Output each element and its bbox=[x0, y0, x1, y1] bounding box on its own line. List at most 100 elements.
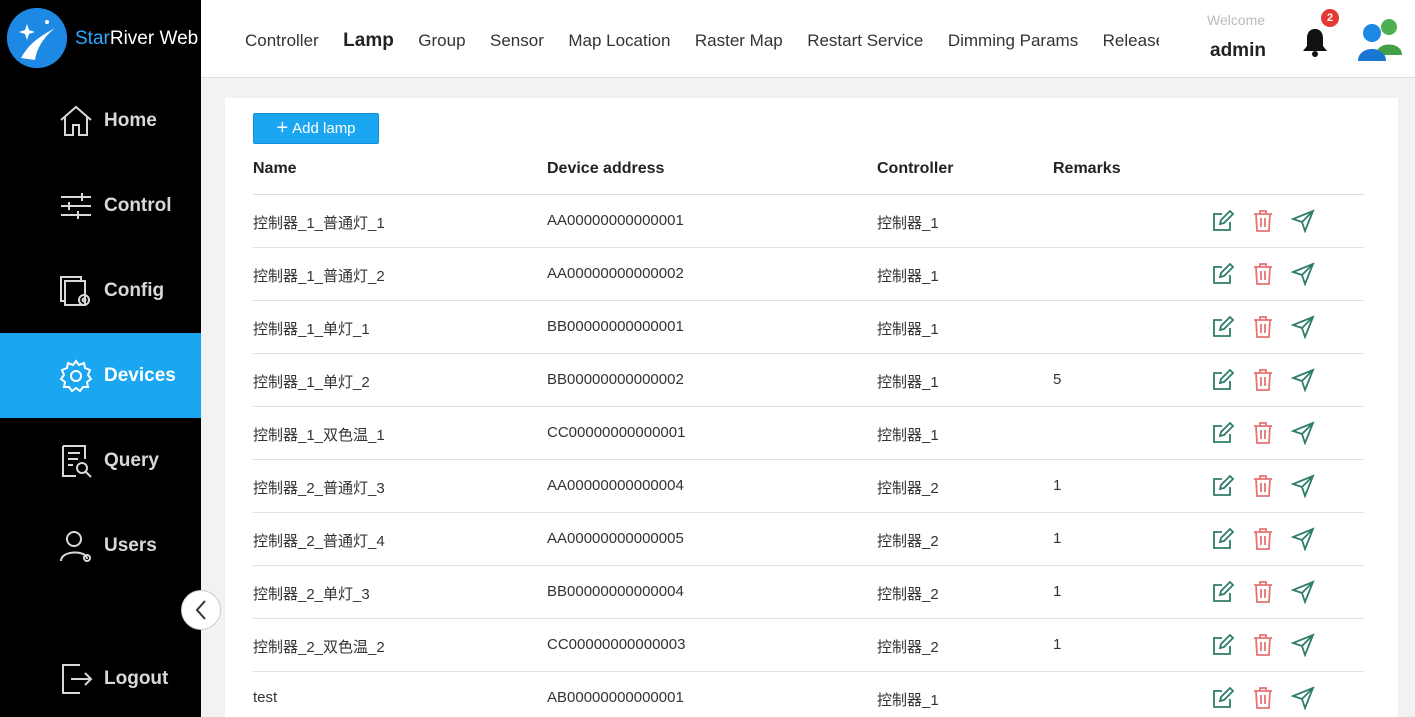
cell-name: 控制器_2_双色温_2 bbox=[253, 639, 385, 656]
cell-name: 控制器_2_普通灯_4 bbox=[253, 533, 385, 550]
cell-name: 控制器_1_普通灯_2 bbox=[253, 268, 385, 285]
locate-icon[interactable] bbox=[1290, 686, 1315, 711]
cell-remarks: 1 bbox=[1053, 636, 1062, 653]
sidebar-item-label: Control bbox=[104, 194, 172, 216]
avatar[interactable] bbox=[1356, 15, 1406, 63]
tab-map-location[interactable]: Map Location bbox=[568, 31, 670, 51]
delete-icon[interactable] bbox=[1251, 262, 1275, 286]
bell-icon[interactable] bbox=[1301, 26, 1329, 58]
delete-icon[interactable] bbox=[1251, 633, 1275, 657]
sidebar-item-devices[interactable]: Devices bbox=[0, 333, 201, 418]
logout-button[interactable]: Logout bbox=[0, 636, 201, 717]
tab-group[interactable]: Group bbox=[418, 31, 465, 51]
column-header-controller[interactable]: Controller bbox=[877, 160, 953, 178]
tab-restart-service[interactable]: Restart Service bbox=[807, 31, 923, 51]
tab-controller[interactable]: Controller bbox=[245, 31, 319, 51]
starriver-logo bbox=[7, 8, 67, 68]
table-row[interactable]: 控制器_2_普通灯_4 AA00000000000005 控制器_2 1 bbox=[253, 513, 1364, 566]
sidebar-item-label: Query bbox=[104, 449, 159, 471]
sidebar-item-label: Home bbox=[104, 109, 157, 131]
sidebar-item-control[interactable]: Control bbox=[0, 163, 201, 248]
main-card: + Add lamp Name Device address Controlle… bbox=[225, 98, 1398, 717]
table-body: 控制器_1_普通灯_1 AA00000000000001 控制器_1 控制器_1… bbox=[253, 195, 1364, 717]
cell-controller: 控制器_2 bbox=[877, 480, 939, 497]
username[interactable]: admin bbox=[1210, 40, 1266, 62]
delete-icon[interactable] bbox=[1251, 474, 1275, 498]
locate-icon[interactable] bbox=[1290, 633, 1315, 658]
cell-device-address: AB00000000000001 bbox=[547, 689, 684, 706]
table-row[interactable]: 控制器_2_单灯_3 BB00000000000004 控制器_2 1 bbox=[253, 566, 1364, 619]
table-row[interactable]: 控制器_2_普通灯_3 AA00000000000004 控制器_2 1 bbox=[253, 460, 1364, 513]
cell-controller: 控制器_1 bbox=[877, 321, 939, 338]
edit-icon[interactable] bbox=[1211, 686, 1235, 710]
sidebar-item-users[interactable]: Users bbox=[0, 503, 201, 588]
delete-icon[interactable] bbox=[1251, 580, 1275, 604]
chevron-left-icon bbox=[195, 600, 206, 620]
edit-icon[interactable] bbox=[1211, 580, 1235, 604]
locate-icon[interactable] bbox=[1290, 368, 1315, 393]
add-lamp-button[interactable]: + Add lamp bbox=[253, 113, 379, 144]
cell-device-address: CC00000000000003 bbox=[547, 636, 686, 653]
delete-icon[interactable] bbox=[1251, 368, 1275, 392]
cell-name: 控制器_1_双色温_1 bbox=[253, 427, 385, 444]
lamp-table: Name Device address Controller Remarks 控… bbox=[253, 148, 1364, 717]
cell-controller: 控制器_1 bbox=[877, 692, 939, 709]
locate-icon[interactable] bbox=[1290, 580, 1315, 605]
locate-icon[interactable] bbox=[1290, 474, 1315, 499]
tab-release-settings[interactable]: Release Setti bbox=[1103, 31, 1159, 51]
table-row[interactable]: 控制器_1_普通灯_2 AA00000000000002 控制器_1 bbox=[253, 248, 1364, 301]
cell-remarks: 5 bbox=[1053, 371, 1062, 388]
add-lamp-label: Add lamp bbox=[292, 120, 356, 137]
table-row[interactable]: test AB00000000000001 控制器_1 bbox=[253, 672, 1364, 717]
locate-icon[interactable] bbox=[1290, 527, 1315, 552]
locate-icon[interactable] bbox=[1290, 315, 1315, 340]
delete-icon[interactable] bbox=[1251, 315, 1275, 339]
delete-icon[interactable] bbox=[1251, 209, 1275, 233]
cell-device-address: AA00000000000002 bbox=[547, 265, 684, 282]
table-row[interactable]: 控制器_2_双色温_2 CC00000000000003 控制器_2 1 bbox=[253, 619, 1364, 672]
column-header-device-address[interactable]: Device address bbox=[547, 160, 664, 178]
cell-name: 控制器_1_单灯_2 bbox=[253, 374, 370, 391]
sidebar-item-config[interactable]: Config bbox=[0, 248, 201, 333]
column-header-name[interactable]: Name bbox=[253, 160, 297, 178]
sidebar-item-home[interactable]: Home bbox=[0, 78, 201, 163]
tab-sensor[interactable]: Sensor bbox=[490, 31, 544, 51]
table-row[interactable]: 控制器_1_双色温_1 CC00000000000001 控制器_1 bbox=[253, 407, 1364, 460]
column-header-remarks[interactable]: Remarks bbox=[1053, 160, 1121, 178]
tab-lamp[interactable]: Lamp bbox=[343, 30, 394, 52]
table-row[interactable]: 控制器_1_普通灯_1 AA00000000000001 控制器_1 bbox=[253, 195, 1364, 248]
locate-icon[interactable] bbox=[1290, 209, 1315, 234]
cell-controller: 控制器_1 bbox=[877, 215, 939, 232]
cell-remarks: 1 bbox=[1053, 583, 1062, 600]
logout-label: Logout bbox=[104, 667, 169, 689]
cell-name: 控制器_1_普通灯_1 bbox=[253, 215, 385, 232]
delete-icon[interactable] bbox=[1251, 686, 1275, 710]
locate-icon[interactable] bbox=[1290, 262, 1315, 287]
table-row[interactable]: 控制器_1_单灯_2 BB00000000000002 控制器_1 5 bbox=[253, 354, 1364, 407]
edit-icon[interactable] bbox=[1211, 209, 1235, 233]
table-row[interactable]: 控制器_1_单灯_1 BB00000000000001 控制器_1 bbox=[253, 301, 1364, 354]
sidebar: StarRiver Web Home Control Config Device… bbox=[0, 0, 201, 717]
edit-icon[interactable] bbox=[1211, 368, 1235, 392]
tab-dimming-params[interactable]: Dimming Params bbox=[948, 31, 1078, 51]
plus-icon: + bbox=[276, 116, 289, 139]
edit-icon[interactable] bbox=[1211, 633, 1235, 657]
config-icon bbox=[58, 273, 94, 309]
delete-icon[interactable] bbox=[1251, 527, 1275, 551]
tab-raster-map[interactable]: Raster Map bbox=[695, 31, 783, 51]
collapse-sidebar-button[interactable] bbox=[181, 590, 221, 630]
edit-icon[interactable] bbox=[1211, 474, 1235, 498]
sidebar-item-label: Users bbox=[104, 534, 157, 556]
delete-icon[interactable] bbox=[1251, 421, 1275, 445]
cell-device-address: AA00000000000005 bbox=[547, 530, 684, 547]
edit-icon[interactable] bbox=[1211, 315, 1235, 339]
edit-icon[interactable] bbox=[1211, 262, 1235, 286]
sidebar-item-query[interactable]: Query bbox=[0, 418, 201, 503]
locate-icon[interactable] bbox=[1290, 421, 1315, 446]
cell-device-address: BB00000000000001 bbox=[547, 318, 684, 335]
edit-icon[interactable] bbox=[1211, 527, 1235, 551]
edit-icon[interactable] bbox=[1211, 421, 1235, 445]
tab-bar: Controller Lamp Group Sensor Map Locatio… bbox=[245, 30, 1159, 54]
cell-name: 控制器_2_单灯_3 bbox=[253, 586, 370, 603]
cell-name: 控制器_2_普通灯_3 bbox=[253, 480, 385, 497]
